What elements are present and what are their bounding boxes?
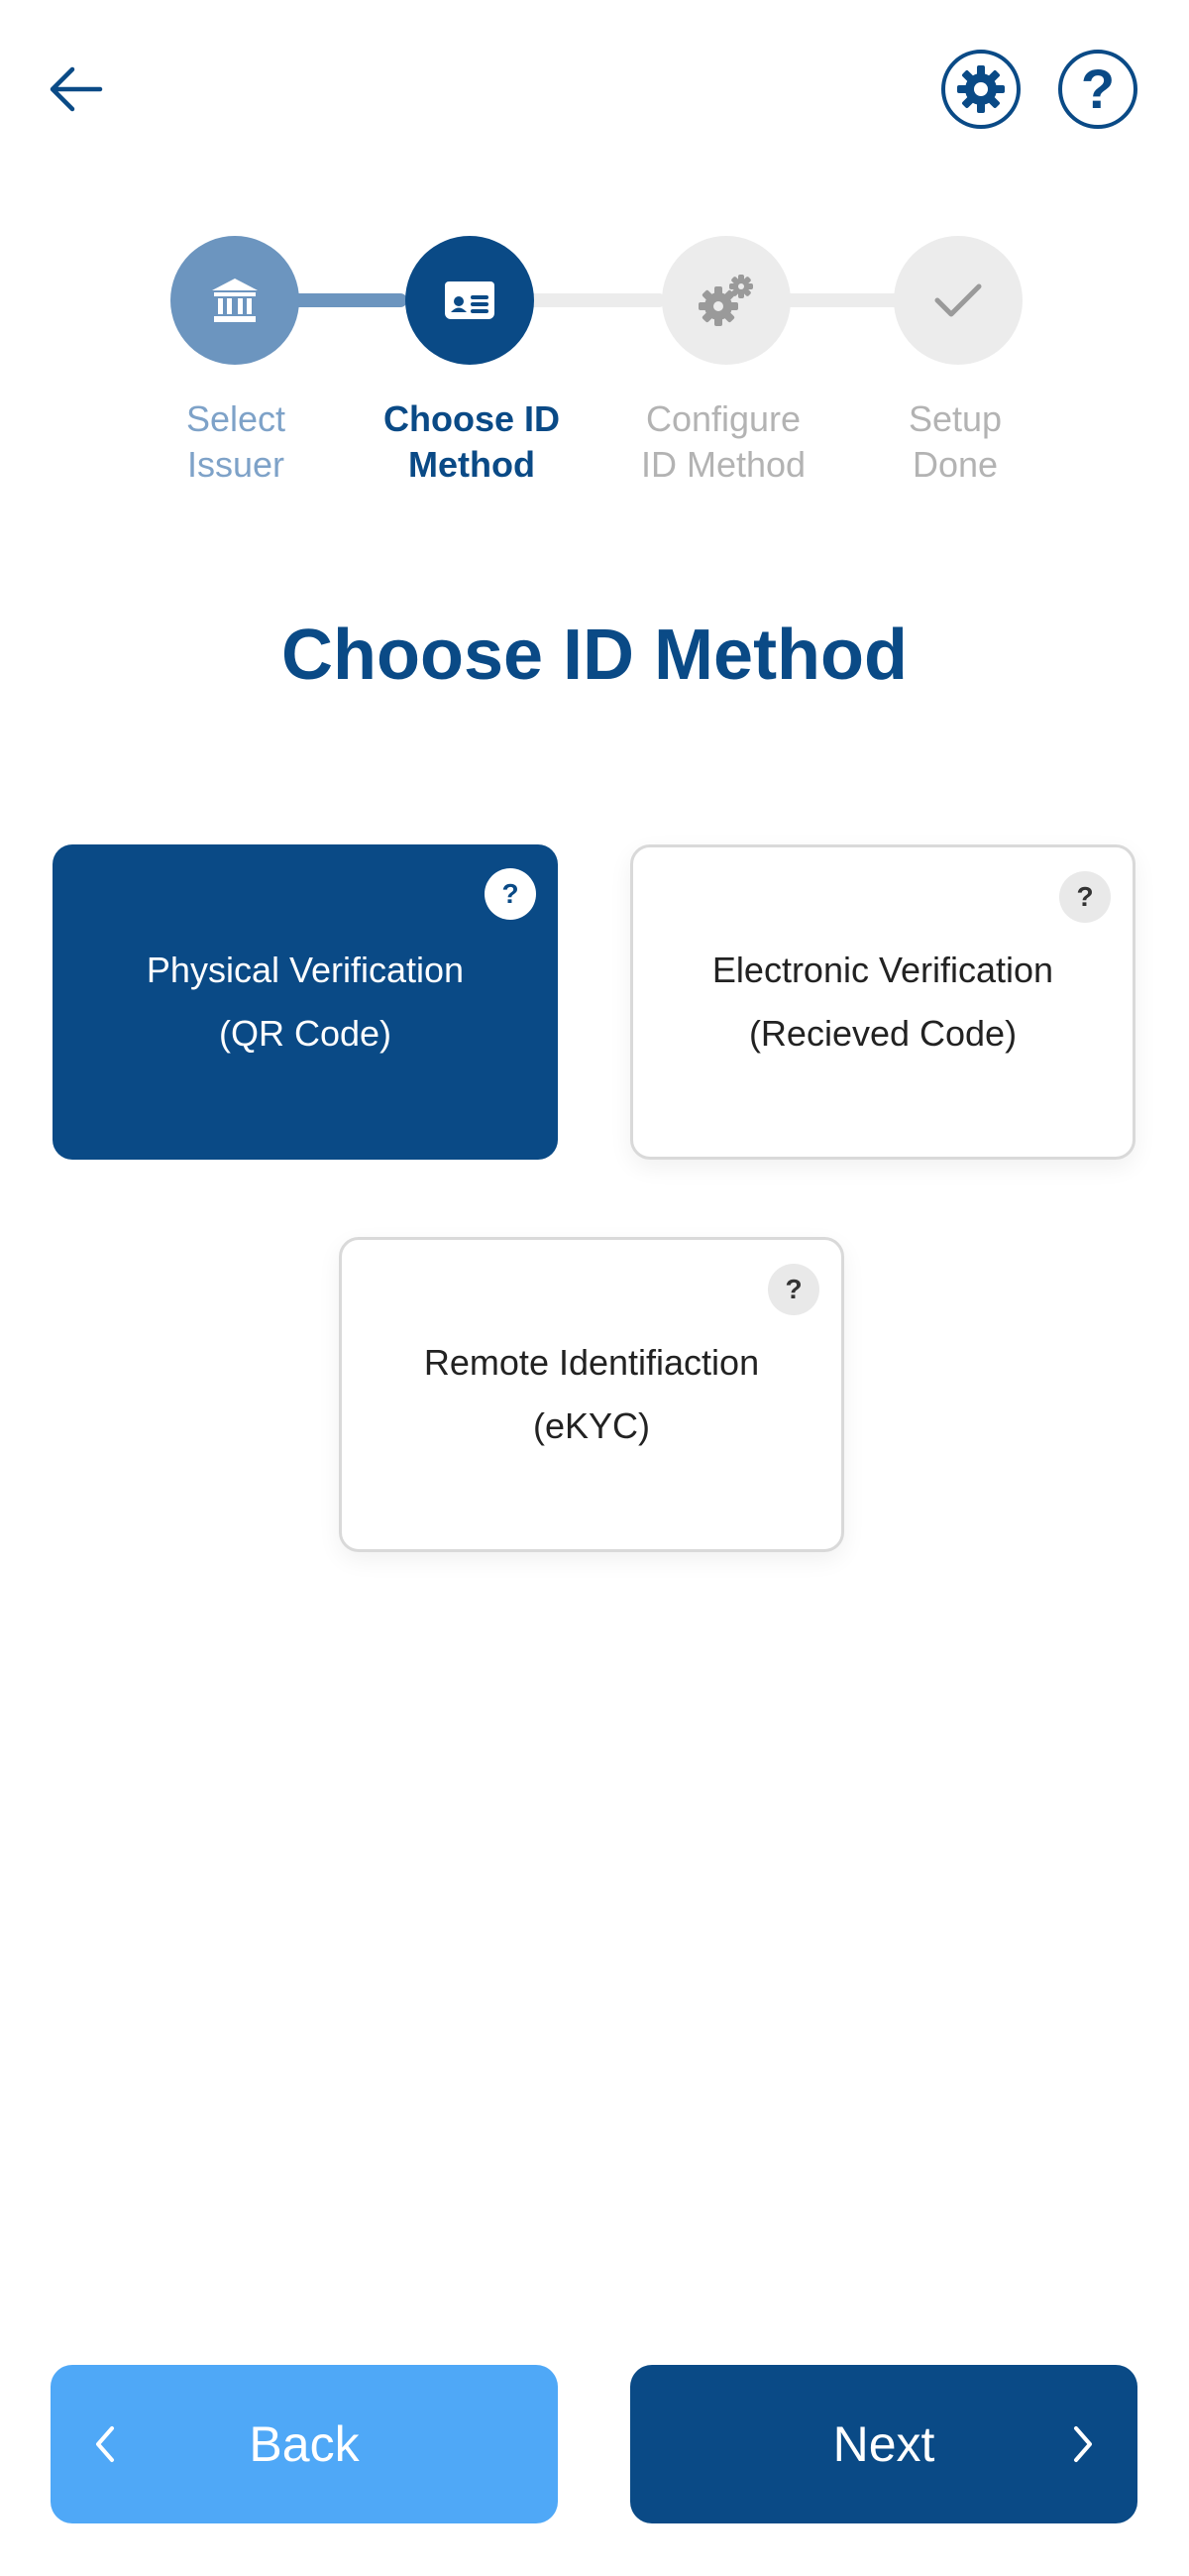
arrow-left-icon bbox=[50, 66, 103, 112]
help-icon: ? bbox=[1080, 57, 1116, 120]
option-help-icon[interactable]: ? bbox=[1059, 871, 1111, 923]
option-subtitle: (eKYC) bbox=[532, 1405, 651, 1446]
option-electronic-verification[interactable]: ? Electronic Verification (Recieved Code… bbox=[630, 844, 1135, 1160]
back-button[interactable]: Back bbox=[51, 2365, 558, 2523]
page-title: Choose ID Method bbox=[281, 616, 908, 695]
back-arrow-button[interactable] bbox=[42, 59, 111, 119]
help-button[interactable]: ? bbox=[1058, 50, 1137, 129]
next-button-label: Next bbox=[832, 2416, 935, 2472]
option-subtitle: (Recieved Code) bbox=[748, 1013, 1018, 1054]
stepper-connector-pending bbox=[527, 293, 666, 307]
settings-button[interactable] bbox=[941, 50, 1021, 129]
id-card-icon bbox=[445, 281, 494, 319]
choose-id-method-screen: ? Select Issuer Choose ID Method Configu… bbox=[0, 0, 1189, 2576]
option-help-icon[interactable]: ? bbox=[768, 1264, 819, 1315]
step-label-select-issuer: Select Issuer bbox=[185, 398, 286, 485]
option-help-icon[interactable]: ? bbox=[485, 868, 536, 920]
step-label-configure-id-method: Configure ID Method bbox=[640, 398, 807, 485]
bank-icon bbox=[212, 279, 258, 322]
step-setup-done bbox=[894, 236, 1023, 365]
option-physical-verification[interactable]: ? Physical Verification (QR Code) bbox=[53, 844, 558, 1160]
gear-icon bbox=[957, 65, 1005, 113]
option-subtitle: (QR Code) bbox=[218, 1013, 392, 1054]
step-choose-id-method bbox=[405, 236, 534, 365]
back-button-label: Back bbox=[249, 2416, 360, 2472]
option-remote-identification[interactable]: ? Remote Identifiaction (eKYC) bbox=[339, 1237, 844, 1552]
option-title: Physical Verification bbox=[146, 950, 465, 990]
check-icon bbox=[934, 283, 982, 317]
next-button[interactable]: Next bbox=[630, 2365, 1137, 2523]
chevron-left-icon bbox=[96, 2426, 114, 2462]
step-label-choose-id-method: Choose ID Method bbox=[382, 398, 560, 485]
step-configure-id-method bbox=[662, 236, 791, 365]
option-title: Electronic Verification bbox=[711, 950, 1054, 990]
stepper-connector-pending bbox=[783, 293, 902, 307]
step-select-issuer bbox=[170, 236, 299, 365]
step-label-setup-done: Setup Done bbox=[908, 398, 1003, 485]
option-title: Remote Identifiaction bbox=[423, 1342, 760, 1383]
chevron-right-icon bbox=[1074, 2426, 1092, 2462]
gears-icon bbox=[699, 275, 753, 326]
